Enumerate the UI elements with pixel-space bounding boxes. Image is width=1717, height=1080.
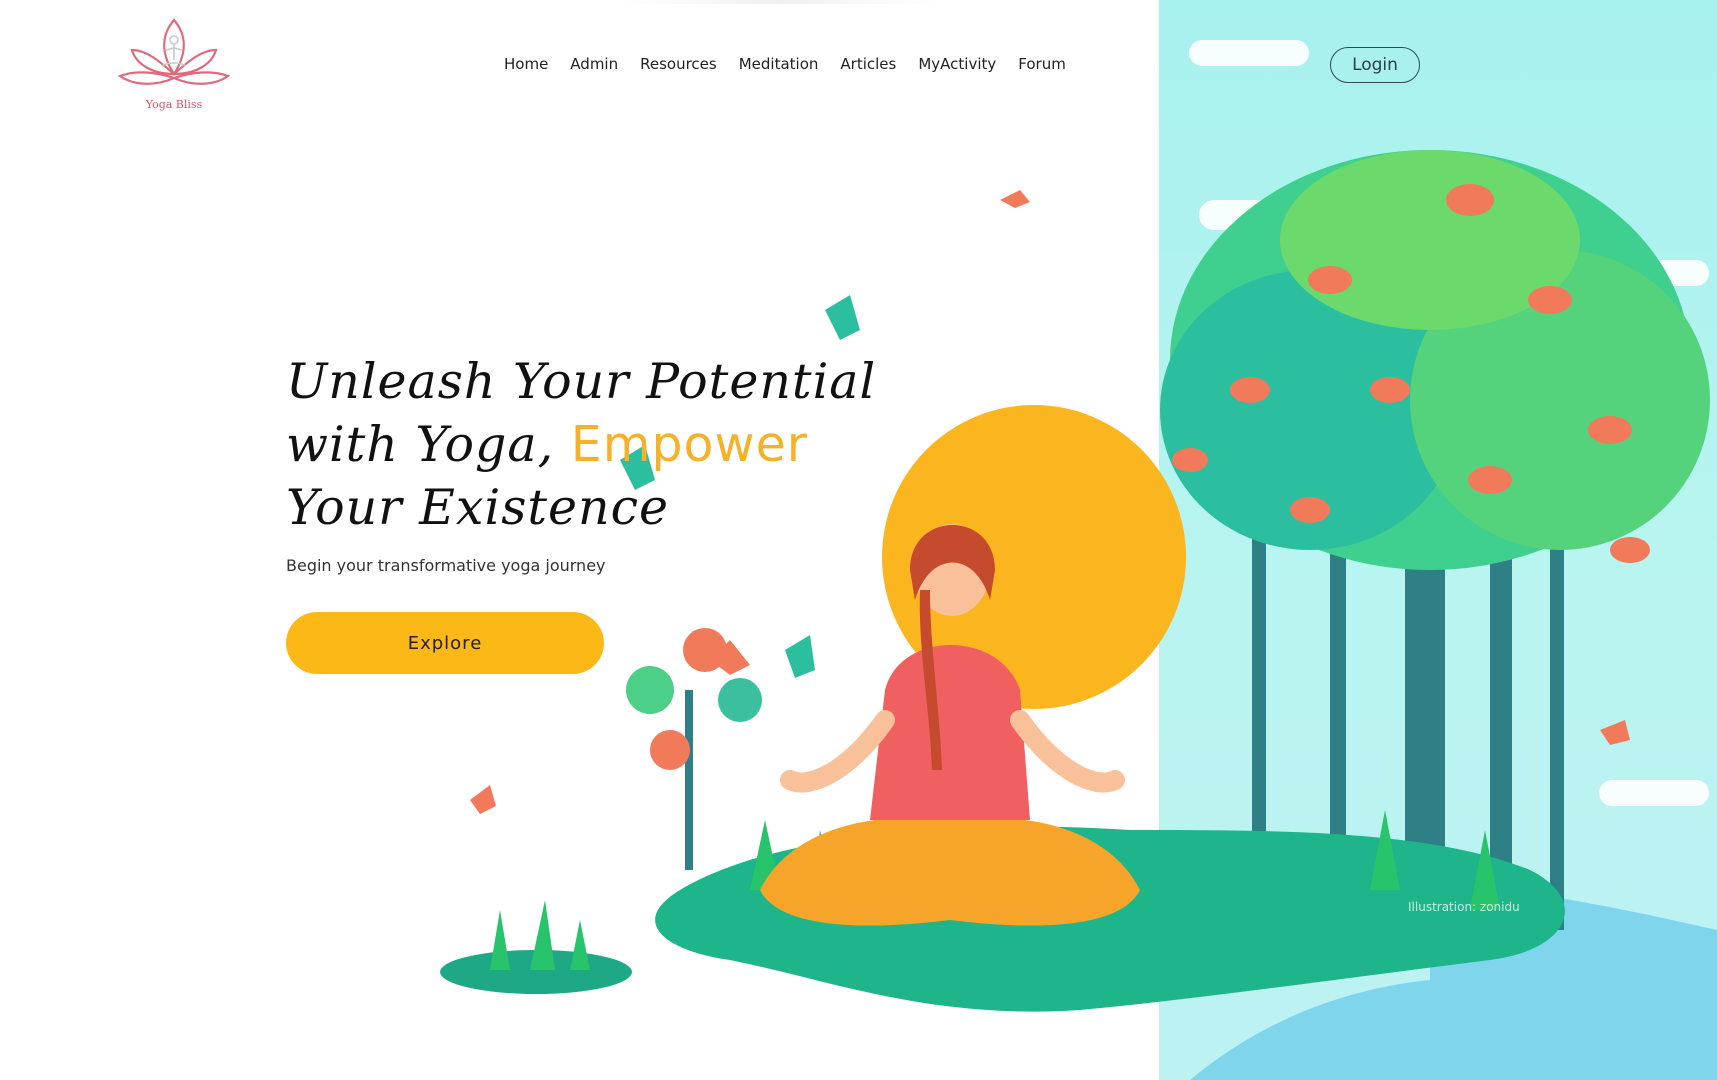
brand-logo[interactable]: Yoga Bliss — [117, 16, 231, 114]
nav-myactivity[interactable]: MyActivity — [918, 55, 996, 73]
brand-name: Yoga Bliss — [145, 98, 203, 111]
explore-button[interactable]: Explore — [286, 612, 604, 674]
nav-home[interactable]: Home — [504, 55, 548, 73]
meditating-woman-under-tree-illustration — [440, 150, 1717, 1080]
nav-articles[interactable]: Articles — [840, 55, 896, 73]
illustration-credit: Illustration: zonidu — [1408, 900, 1520, 914]
tree-canopy — [1160, 150, 1710, 570]
hero-title-part2: Your Existence — [286, 479, 670, 536]
cloud — [1189, 40, 1309, 66]
top-shadow — [620, 0, 940, 4]
hero-title: Unleash Your Potential with Yoga, Empowe… — [286, 350, 926, 539]
nav-forum[interactable]: Forum — [1018, 55, 1066, 73]
nav-admin[interactable]: Admin — [570, 55, 618, 73]
nav-resources[interactable]: Resources — [640, 55, 717, 73]
nav-meditation[interactable]: Meditation — [739, 55, 819, 73]
login-button[interactable]: Login — [1330, 47, 1420, 83]
hero-subtitle: Begin your transformative yoga journey — [286, 556, 606, 575]
main-nav: Home Admin Resources Meditation Articles… — [504, 55, 1066, 73]
lotus-meditation-icon — [117, 18, 231, 85]
hero-title-accent: Empower — [570, 416, 808, 473]
